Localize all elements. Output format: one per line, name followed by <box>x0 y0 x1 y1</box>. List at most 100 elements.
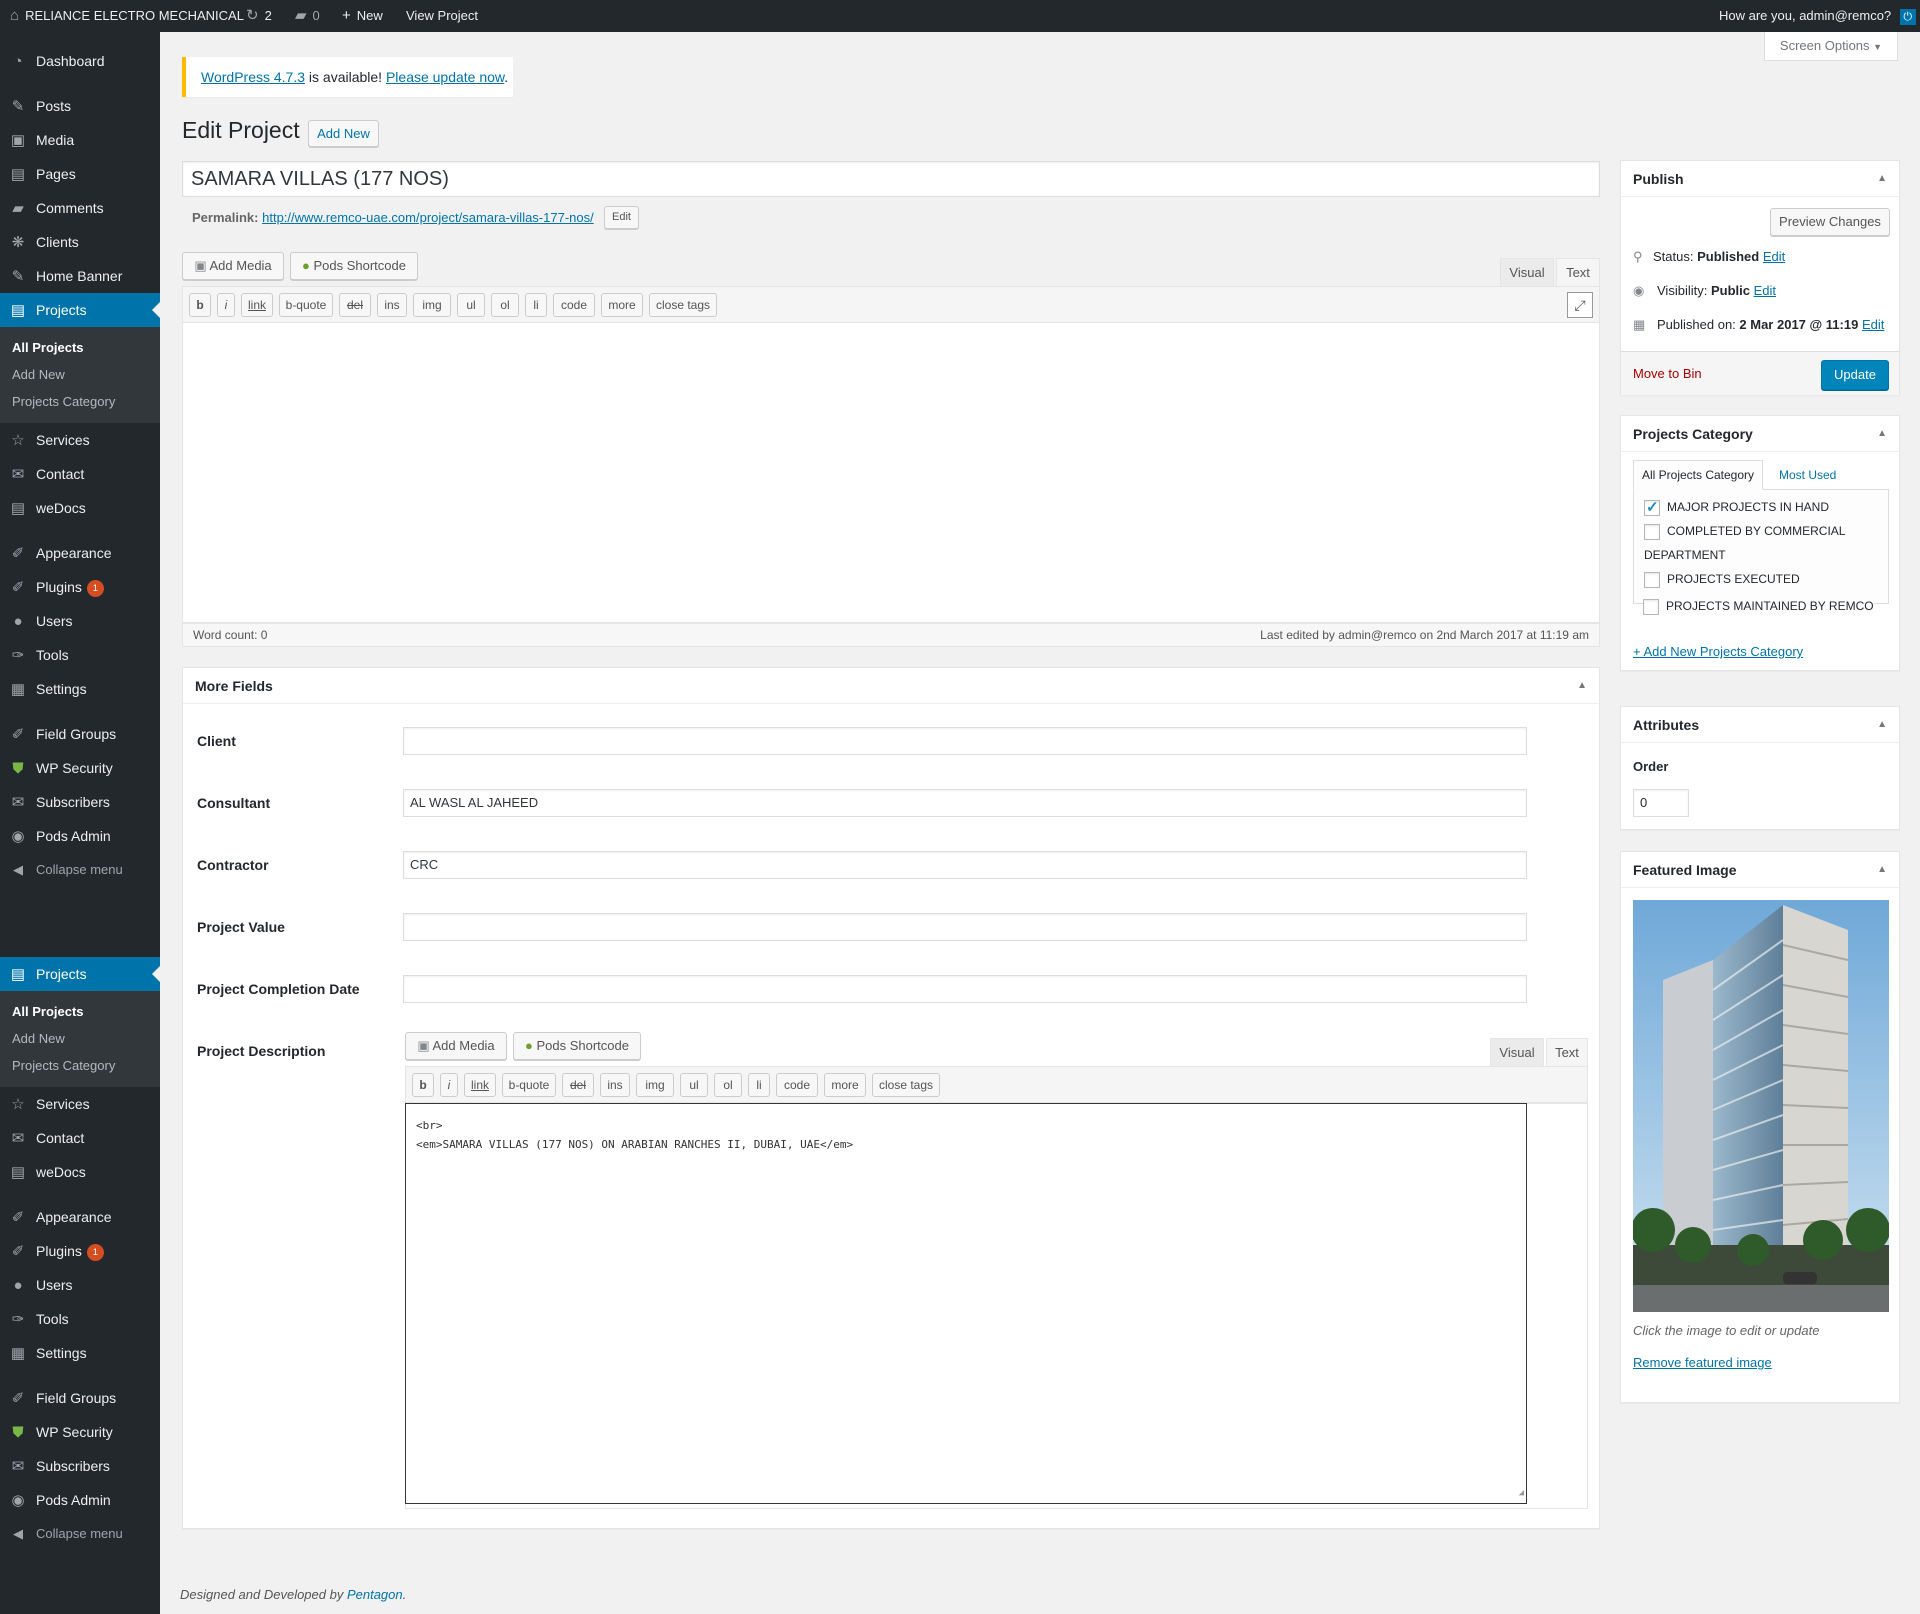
menu-subscribers[interactable]: ✉ Subscribers <box>0 1449 160 1483</box>
submenu-projects-category[interactable]: Projects Category <box>0 388 160 415</box>
collapse-menu-button[interactable]: ◀ Collapse menu <box>0 1517 160 1551</box>
menu-pods-admin[interactable]: ◉ Pods Admin <box>0 1483 160 1517</box>
category-item[interactable]: COMPLETED BY COMMERCIAL <box>1644 524 1845 540</box>
checkbox-checked-icon[interactable] <box>1644 498 1660 516</box>
edit-status-link[interactable]: Edit <box>1763 249 1785 264</box>
quicktag-ul-button[interactable]: ul <box>680 1073 708 1097</box>
pods-shortcode-button[interactable]: ● Pods Shortcode <box>513 1032 641 1060</box>
post-title-input[interactable]: SAMARA VILLAS (177 NOS) <box>182 161 1600 197</box>
edit-permalink-button[interactable]: Edit <box>604 206 639 229</box>
collapse-menu-button[interactable]: ◀ Collapse menu <box>0 853 160 887</box>
quicktag-li-button[interactable]: li <box>748 1073 770 1097</box>
update-button[interactable]: Update <box>1821 360 1889 390</box>
featured-image-title[interactable]: Featured Image ▲ <box>1621 852 1899 888</box>
quicktag-close-tags-button[interactable]: close tags <box>649 293 717 317</box>
new-content-link[interactable]: + New <box>342 0 383 32</box>
wordpress-version-link[interactable]: WordPress 4.7.3 <box>201 69 305 85</box>
menu-projects[interactable]: ▤ Projects <box>0 957 160 991</box>
menu-tools[interactable]: ✑ Tools <box>0 1302 160 1336</box>
tab-most-used[interactable]: Most Used <box>1771 460 1836 490</box>
add-new-category-link[interactable]: + Add New Projects Category <box>1633 644 1803 659</box>
quicktag-i-button[interactable]: i <box>217 293 235 317</box>
menu-wedocs[interactable]: ▤ weDocs <box>0 491 160 525</box>
menu-wedocs[interactable]: ▤ weDocs <box>0 1155 160 1189</box>
menu-settings[interactable]: ▦ Settings <box>0 1336 160 1370</box>
edit-visibility-link[interactable]: Edit <box>1754 283 1776 298</box>
projects-category-title[interactable]: Projects Category ▲ <box>1621 416 1899 452</box>
category-item[interactable]: PROJECTS MAINTAINED BY REMCO <box>1643 599 1874 615</box>
permalink-url[interactable]: http://www.remco-uae.com/project/samara-… <box>262 210 594 225</box>
featured-image[interactable] <box>1633 900 1889 1312</box>
client-input[interactable] <box>403 727 1527 755</box>
project-value-input[interactable] <box>403 913 1527 941</box>
tab-visual[interactable]: Visual <box>1500 258 1554 286</box>
menu-contact[interactable]: ✉ Contact <box>0 1121 160 1155</box>
quicktag-ol-button[interactable]: ol <box>491 293 519 317</box>
account-greeting[interactable]: How are you, admin@remco? ⏻ <box>1719 0 1916 32</box>
menu-posts[interactable]: ✎ Posts <box>0 89 160 123</box>
menu-subscribers[interactable]: ✉ Subscribers <box>0 785 160 819</box>
menu-tools[interactable]: ✑ Tools <box>0 638 160 672</box>
menu-comments[interactable]: ▰ Comments <box>0 191 160 225</box>
preview-changes-button[interactable]: Preview Changes <box>1770 208 1890 236</box>
quicktag-ins-button[interactable]: ins <box>600 1073 630 1097</box>
quicktag-code-button[interactable]: code <box>776 1073 818 1097</box>
quicktag-more-button[interactable]: more <box>824 1073 866 1097</box>
quicktag-del-button[interactable]: del <box>562 1073 594 1097</box>
quicktag-b-button[interactable]: b <box>189 293 211 317</box>
tab-visual[interactable]: Visual <box>1490 1038 1544 1066</box>
tab-text[interactable]: Text <box>1546 1038 1588 1066</box>
menu-home-banner[interactable]: ✎ Home Banner <box>0 259 160 293</box>
menu-services[interactable]: ☆ Services <box>0 1087 160 1121</box>
add-new-button[interactable]: Add New <box>308 120 379 147</box>
category-item[interactable]: MAJOR PROJECTS IN HAND <box>1644 498 1829 516</box>
add-media-button[interactable]: ▣ Add Media <box>405 1032 507 1060</box>
quicktag-del-button[interactable]: del <box>339 293 371 317</box>
move-to-bin-link[interactable]: Move to Bin <box>1633 366 1702 381</box>
submenu-add-new[interactable]: Add New <box>0 1025 160 1052</box>
quicktag-link-button[interactable]: link <box>464 1073 496 1097</box>
edit-date-link[interactable]: Edit <box>1862 317 1884 332</box>
quicktag-close-tags-button[interactable]: close tags <box>872 1073 940 1097</box>
publish-title[interactable]: Publish ▲ <box>1621 161 1899 197</box>
quicktag-b-quote-button[interactable]: b-quote <box>502 1073 556 1097</box>
tab-text[interactable]: Text <box>1556 258 1600 286</box>
quicktag-b-button[interactable]: b <box>412 1073 434 1097</box>
quicktag-img-button[interactable]: img <box>413 293 451 317</box>
menu-projects[interactable]: ▤ Projects <box>0 293 160 327</box>
menu-media[interactable]: ▣ Media <box>0 123 160 157</box>
completion-date-input[interactable] <box>403 975 1527 1003</box>
menu-clients[interactable]: ❋ Clients <box>0 225 160 259</box>
updates-link[interactable]: ↻ 2 <box>246 0 272 32</box>
quicktag-img-button[interactable]: img <box>636 1073 674 1097</box>
content-textarea[interactable] <box>182 323 1600 623</box>
menu-field-groups[interactable]: ✐ Field Groups <box>0 1381 160 1415</box>
menu-field-groups[interactable]: ✐ Field Groups <box>0 717 160 751</box>
menu-users[interactable]: ● Users <box>0 604 160 638</box>
comments-link[interactable]: ▰ 0 <box>295 0 320 32</box>
footer-link[interactable]: Pentagon <box>347 1587 403 1602</box>
resize-handle-icon[interactable]: ◢ <box>1519 1484 1524 1503</box>
menu-appearance[interactable]: ✐ Appearance <box>0 1200 160 1234</box>
category-item[interactable]: PROJECTS EXECUTED <box>1644 572 1800 588</box>
quicktag-li-button[interactable]: li <box>525 293 547 317</box>
checkbox-icon[interactable] <box>1643 599 1659 615</box>
quicktag-b-quote-button[interactable]: b-quote <box>279 293 333 317</box>
submenu-all-projects[interactable]: All Projects <box>0 998 160 1025</box>
screen-options-button[interactable]: Screen Options ▼ <box>1764 32 1898 61</box>
attributes-title[interactable]: Attributes ▲ <box>1621 707 1899 743</box>
quicktag-code-button[interactable]: code <box>553 293 595 317</box>
remove-featured-image-link[interactable]: Remove featured image <box>1633 1355 1772 1370</box>
menu-users[interactable]: ● Users <box>0 1268 160 1302</box>
menu-dashboard[interactable]: ◔ Dashboard <box>0 44 160 78</box>
order-input[interactable]: 0 <box>1633 789 1689 817</box>
quicktag-link-button[interactable]: link <box>241 293 273 317</box>
tab-all-categories[interactable]: All Projects Category <box>1633 460 1763 490</box>
quicktag-ol-button[interactable]: ol <box>714 1073 742 1097</box>
quicktag-more-button[interactable]: more <box>601 293 643 317</box>
quicktag-i-button[interactable]: i <box>440 1073 458 1097</box>
submenu-all-projects[interactable]: All Projects <box>0 334 160 361</box>
more-fields-title[interactable]: More Fields ▲ <box>183 668 1599 704</box>
site-home-link[interactable]: ⌂ RELIANCE ELECTRO MECHANICAL <box>10 0 244 32</box>
menu-contact[interactable]: ✉ Contact <box>0 457 160 491</box>
